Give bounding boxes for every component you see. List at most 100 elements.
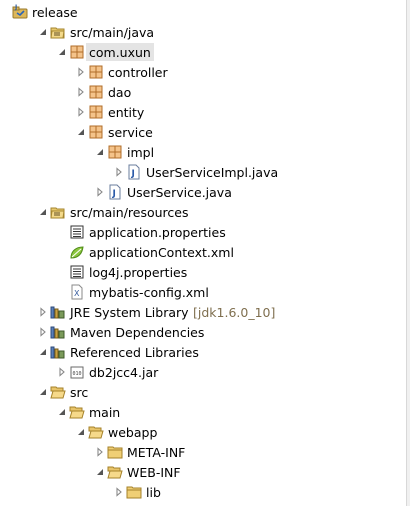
tree-item-label: src/main/resources — [70, 204, 189, 220]
collapsed-arrow-icon[interactable] — [94, 182, 106, 202]
tree-item-label: mybatis-config.xml — [89, 284, 209, 300]
tree-item-src[interactable]: src — [0, 382, 406, 402]
collapsed-arrow-icon[interactable] — [37, 322, 49, 342]
tree-item-label: UserService.java — [127, 184, 232, 200]
collapsed-arrow-icon[interactable] — [75, 82, 87, 102]
expanded-arrow-icon[interactable] — [94, 462, 106, 482]
collapsed-arrow-icon[interactable] — [75, 102, 87, 122]
collapsed-arrow-icon[interactable] — [37, 302, 49, 322]
xml-file-icon: X — [69, 282, 85, 302]
folder-icon — [107, 442, 123, 462]
tree-item-label: Referenced Libraries — [70, 344, 199, 360]
collapsed-arrow-icon[interactable] — [56, 362, 68, 382]
tree-item-label: db2jcc4.jar — [89, 364, 159, 380]
source-folder-icon — [50, 202, 66, 222]
collapsed-arrow-icon[interactable] — [113, 482, 125, 502]
tree-item-label: JRE System Library — [70, 304, 189, 320]
tree-item-web-inf[interactable]: WEB-INF — [0, 462, 406, 482]
collapsed-arrow-icon[interactable] — [113, 162, 125, 182]
tree-item-label: src/main/java — [70, 24, 155, 40]
tree-item-webapp[interactable]: webapp — [0, 422, 406, 442]
tree-item-entity[interactable]: entity — [0, 102, 406, 122]
properties-file-icon — [69, 222, 85, 242]
expanded-arrow-icon[interactable] — [37, 382, 49, 402]
tree-item-label: release — [32, 4, 78, 20]
tree-item-main[interactable]: main — [0, 402, 406, 422]
expanded-arrow-icon[interactable] — [37, 342, 49, 362]
folder-icon — [126, 482, 142, 502]
tree-item-controller[interactable]: controller — [0, 62, 406, 82]
java-file-icon: J — [126, 162, 142, 182]
tree-item-applicationcontext-xml[interactable]: applicationContext.xml — [0, 242, 406, 262]
spring-leaf-icon — [69, 242, 85, 262]
tree-item-referenced-libraries[interactable]: Referenced Libraries — [0, 342, 406, 362]
properties-file-icon — [69, 262, 85, 282]
package-icon — [88, 82, 104, 102]
tree-item-label: log4j.properties — [89, 264, 188, 280]
vertical-scrollbar[interactable] — [406, 0, 410, 506]
java-file-icon: J — [107, 182, 123, 202]
collapsed-arrow-icon[interactable] — [75, 62, 87, 82]
tree-item-lib[interactable]: lib — [0, 482, 406, 502]
expanded-arrow-icon[interactable] — [56, 402, 68, 422]
tree-item-label: lib — [146, 484, 161, 500]
package-icon — [69, 42, 85, 62]
collapsed-arrow-icon[interactable] — [94, 442, 106, 462]
tree-item-dao[interactable]: dao — [0, 82, 406, 102]
tree-item-maven-dependencies[interactable]: Maven Dependencies — [0, 322, 406, 342]
library-icon — [50, 342, 66, 362]
jar-file-icon: 010 — [69, 362, 85, 382]
svg-text:J: J — [131, 169, 135, 179]
tree-item-meta-inf[interactable]: META-INF — [0, 442, 406, 462]
tree-item-label: com.uxun — [86, 43, 154, 61]
folder-open-icon — [50, 382, 66, 402]
tree-item-jre-system-library[interactable]: JRE System Library [jdk1.6.0_10] — [0, 302, 406, 322]
source-folder-icon — [50, 22, 66, 42]
tree-item-label: dao — [108, 84, 132, 100]
expanded-arrow-icon[interactable] — [56, 42, 68, 62]
svg-text:010: 010 — [73, 371, 82, 377]
tree-item-userserviceimpl-java[interactable]: J UserServiceImpl.java — [0, 162, 406, 182]
tree-item-label: WEB-INF — [127, 464, 181, 480]
java-project-icon: J — [12, 2, 28, 22]
folder-open-icon — [107, 462, 123, 482]
tree-item-application-properties[interactable]: application.properties — [0, 222, 406, 242]
svg-text:J: J — [112, 189, 116, 199]
tree-item-label: UserServiceImpl.java — [146, 164, 279, 180]
library-icon — [50, 302, 66, 322]
package-explorer-tree: Jrelease src/main/java com.uxun controller d… — [0, 0, 406, 506]
tree-item-decoration: [jdk1.6.0_10] — [193, 304, 276, 320]
folder-open-icon — [69, 402, 85, 422]
package-icon — [88, 62, 104, 82]
tree-item-label: Maven Dependencies — [70, 324, 205, 340]
tree-item-userservice-java[interactable]: J UserService.java — [0, 182, 406, 202]
package-icon — [107, 142, 123, 162]
package-icon — [88, 122, 104, 142]
tree-item-label: src — [70, 384, 89, 400]
svg-text:J: J — [14, 4, 17, 11]
tree-item-label: applicationContext.xml — [89, 244, 234, 260]
svg-text:X: X — [74, 289, 80, 298]
expanded-arrow-icon[interactable] — [94, 142, 106, 162]
tree-item-mybatis-config-xml[interactable]: Xmybatis-config.xml — [0, 282, 406, 302]
tree-item-label: entity — [108, 104, 145, 120]
tree-item-impl[interactable]: impl — [0, 142, 406, 162]
tree-item-label: application.properties — [89, 224, 226, 240]
tree-item-release[interactable]: Jrelease — [0, 2, 406, 22]
folder-open-icon — [88, 422, 104, 442]
tree-item-label: META-INF — [127, 444, 186, 460]
tree-item-src-main-java[interactable]: src/main/java — [0, 22, 406, 42]
tree-item-label: impl — [127, 144, 155, 160]
tree-item-label: webapp — [108, 424, 158, 440]
tree-item-label: main — [89, 404, 121, 420]
tree-item-src-main-resources[interactable]: src/main/resources — [0, 202, 406, 222]
expanded-arrow-icon[interactable] — [37, 22, 49, 42]
tree-item-service[interactable]: service — [0, 122, 406, 142]
tree-item-db2jcc4-jar[interactable]: 010 db2jcc4.jar — [0, 362, 406, 382]
expanded-arrow-icon[interactable] — [37, 202, 49, 222]
package-icon — [88, 102, 104, 122]
expanded-arrow-icon[interactable] — [75, 122, 87, 142]
expanded-arrow-icon[interactable] — [75, 422, 87, 442]
tree-item-com-uxun[interactable]: com.uxun — [0, 42, 406, 62]
tree-item-log4j-properties[interactable]: log4j.properties — [0, 262, 406, 282]
